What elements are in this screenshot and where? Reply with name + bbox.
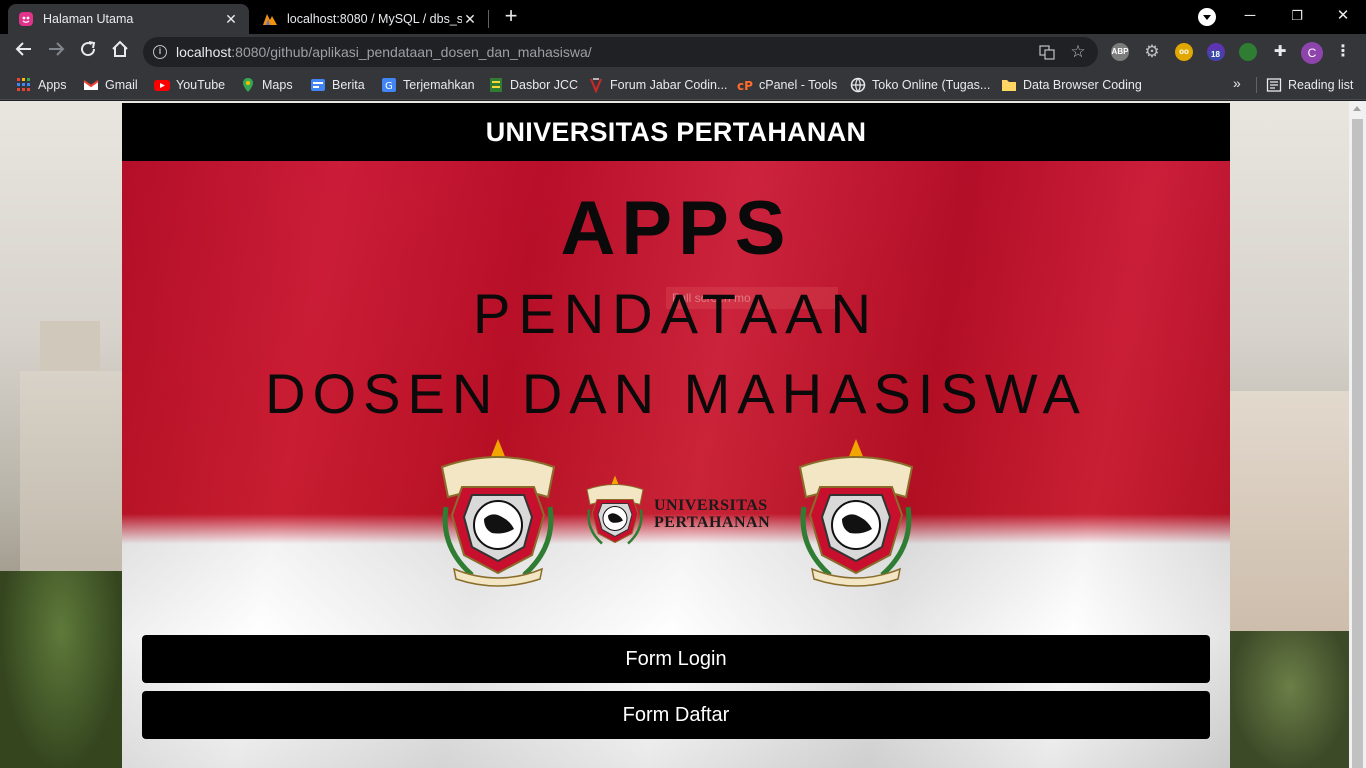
tab-title: Halaman Utama xyxy=(43,12,134,26)
bookmark-youtube[interactable]: YouTube xyxy=(154,76,225,94)
page-favicon-icon xyxy=(18,11,34,27)
bookmark-gmail[interactable]: Gmail xyxy=(83,76,138,94)
tab-strip: Halaman Utama ✕ localhost:8080 / MySQL /… xyxy=(0,0,1366,34)
tab-search-icon[interactable] xyxy=(1198,8,1216,26)
forward-icon[interactable] xyxy=(44,40,68,64)
new-tab-icon[interactable]: + xyxy=(500,5,522,29)
bookmark-terjemahkan[interactable]: G Terjemahkan xyxy=(381,76,475,94)
site-info-icon[interactable]: i xyxy=(153,45,167,59)
news-icon xyxy=(310,77,326,93)
logo-text-line1: UNIVERSITAS xyxy=(654,497,768,514)
window-close-icon[interactable]: ✕ xyxy=(1331,6,1355,26)
tab-separator xyxy=(488,10,489,28)
university-emblem-right-icon xyxy=(798,439,914,587)
forum-icon xyxy=(588,77,604,94)
bookmark-toko-online[interactable]: Toko Online (Tugas... xyxy=(850,76,990,94)
page-viewport: UNIVERSITAS PERTAHANAN APPS Full screen … xyxy=(0,101,1366,768)
cpanel-icon: cP xyxy=(737,77,753,93)
phpmyadmin-favicon-icon xyxy=(262,11,278,27)
bookmark-cpanel[interactable]: cP cPanel - Tools xyxy=(737,76,837,94)
background-trees-left xyxy=(0,571,122,768)
tab-title: localhost:8080 / MySQL / dbs_so xyxy=(287,12,462,26)
scrollbar-thumb[interactable] xyxy=(1352,119,1363,768)
bookmarks-separator xyxy=(1256,77,1257,93)
tab-halaman-utama[interactable]: Halaman Utama ✕ xyxy=(8,4,249,34)
svg-text:G: G xyxy=(385,81,393,92)
bookmark-star-icon[interactable]: ☆ xyxy=(1070,43,1086,60)
profile-avatar[interactable]: C xyxy=(1301,42,1323,64)
more-menu-icon[interactable]: ⋮ xyxy=(1335,42,1351,62)
small-emblem-icon xyxy=(586,475,644,545)
bookmarks-bar: Apps Gmail YouTube Maps Berita G Terjema… xyxy=(0,70,1366,100)
translate-page-icon[interactable] xyxy=(1039,44,1055,60)
tab-close-icon[interactable]: ✕ xyxy=(223,11,239,28)
adblock-plus-icon[interactable]: ABP xyxy=(1111,43,1129,61)
dashboard-icon xyxy=(488,77,504,93)
reload-icon[interactable] xyxy=(76,40,100,64)
title-dosen-mahasiswa: DOSEN DAN MAHASISWA xyxy=(265,362,1087,425)
colorful-extension-icon[interactable] xyxy=(1239,43,1257,61)
bookmark-berita[interactable]: Berita xyxy=(310,76,365,94)
bookmark-apps[interactable]: Apps xyxy=(16,76,67,94)
browser-toolbar: i localhost:8080/github/aplikasi_pendata… xyxy=(0,34,1366,70)
tab-close-icon[interactable]: ✕ xyxy=(462,11,478,28)
scroll-up-icon[interactable] xyxy=(1353,106,1361,111)
bookmark-data-browser-coding[interactable]: Data Browser Coding xyxy=(1001,76,1142,94)
apps-grid-icon xyxy=(16,77,32,93)
minimize-icon[interactable]: ─ xyxy=(1238,6,1262,26)
owl-extension-icon[interactable]: oo xyxy=(1175,43,1193,61)
more-bookmarks-icon[interactable]: » xyxy=(1233,75,1241,91)
title-pendataan: PENDATAAN xyxy=(473,282,879,345)
reading-list-icon xyxy=(1266,77,1282,93)
bookmark-dasbor-jcc[interactable]: Dasbor JCC xyxy=(488,76,578,94)
bookmark-maps[interactable]: Maps xyxy=(240,76,293,94)
extension-badge-icon[interactable]: 18 xyxy=(1207,43,1225,61)
restore-icon[interactable]: ❐ xyxy=(1285,6,1309,26)
form-daftar-button[interactable]: Form Daftar xyxy=(142,691,1210,739)
puzzle-extensions-icon[interactable]: ✚ xyxy=(1271,43,1289,61)
svg-text:cP: cP xyxy=(737,79,753,93)
tab-phpmyadmin[interactable]: localhost:8080 / MySQL / dbs_so ✕ xyxy=(252,4,488,34)
translate-icon: G xyxy=(381,77,397,93)
url-text: localhost:8080/github/aplikasi_pendataan… xyxy=(176,44,592,60)
title-apps: APPS xyxy=(560,186,792,271)
home-icon[interactable] xyxy=(108,40,132,64)
site-header: UNIVERSITAS PERTAHANAN xyxy=(122,103,1230,161)
address-bar[interactable]: i localhost:8080/github/aplikasi_pendata… xyxy=(143,37,1098,67)
logo-text: UNIVERSITAS PERTAHANAN xyxy=(654,497,770,531)
bookmark-forum-jabar[interactable]: Forum Jabar Codin... xyxy=(588,76,727,94)
maps-icon xyxy=(240,77,256,93)
folder-icon xyxy=(1001,77,1017,93)
globe-icon xyxy=(850,77,866,93)
youtube-icon xyxy=(154,77,170,93)
gmail-icon xyxy=(83,77,99,93)
reading-list-button[interactable]: Reading list xyxy=(1266,76,1353,94)
gear-extension-icon[interactable]: ⚙ xyxy=(1143,43,1161,61)
logo-text-line2: PERTAHANAN xyxy=(654,514,771,531)
background-trees-right xyxy=(1230,631,1350,768)
back-icon[interactable] xyxy=(12,40,36,64)
university-emblem-icon xyxy=(440,439,556,587)
form-login-button[interactable]: Form Login xyxy=(142,635,1210,683)
main-card: UNIVERSITAS PERTAHANAN APPS Full screen … xyxy=(122,103,1230,768)
